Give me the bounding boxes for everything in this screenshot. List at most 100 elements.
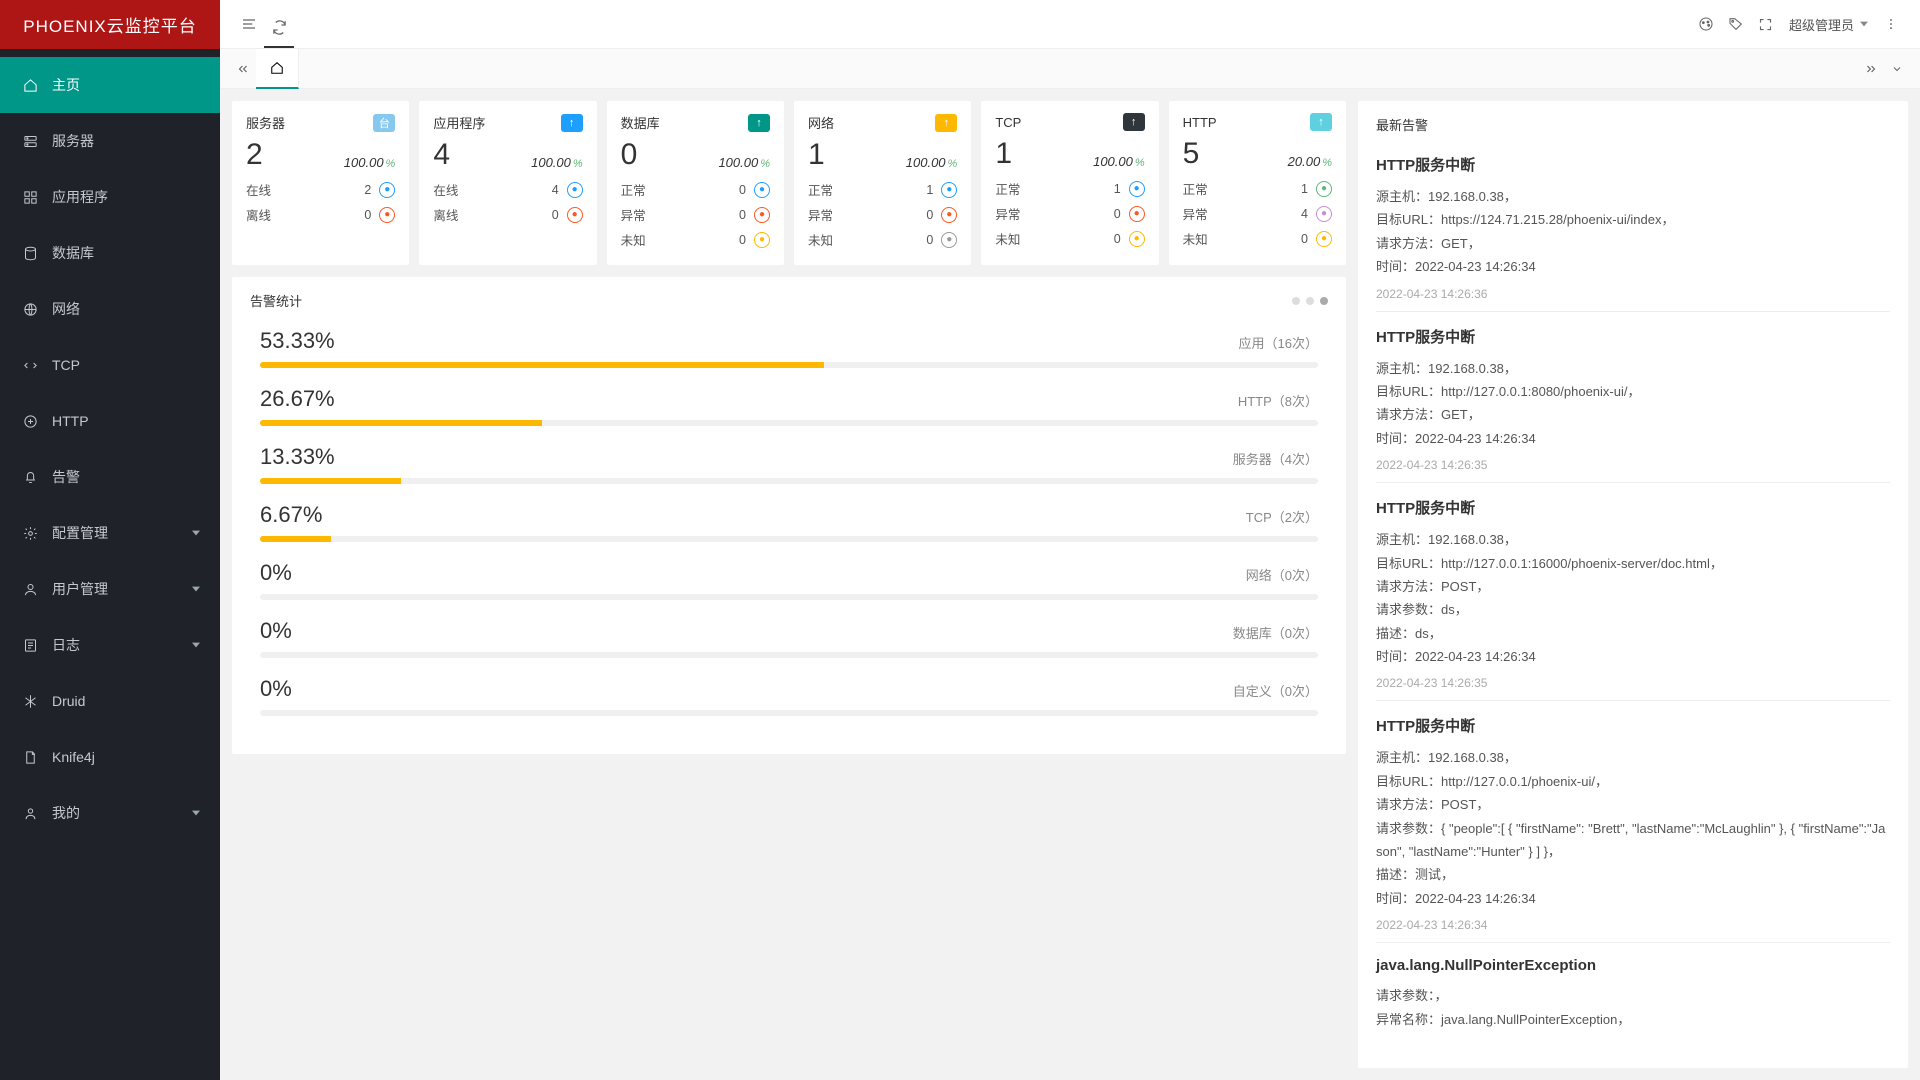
- card-title-text: HTTP: [1183, 115, 1217, 130]
- note-button[interactable]: [1721, 9, 1751, 39]
- sidebar-item-13[interactable]: 我的: [0, 785, 220, 841]
- card-row: 未知0●: [621, 230, 770, 249]
- card-row-value: 0: [1301, 232, 1308, 246]
- alert-item-title: HTTP服务中断: [1376, 497, 1890, 518]
- sidebar-item-4[interactable]: 网络: [0, 281, 220, 337]
- sidebar-item-11[interactable]: Druid: [0, 673, 220, 729]
- card-row-value: 0: [926, 208, 933, 222]
- toggle-sidebar-button[interactable]: [234, 9, 264, 39]
- fullscreen-button[interactable]: [1751, 9, 1781, 39]
- card-percentage: 100.00%: [531, 155, 583, 170]
- theme-button[interactable]: [1691, 9, 1721, 39]
- dot-1[interactable]: [1292, 297, 1300, 305]
- bell-icon-wrap: [22, 469, 38, 485]
- summary-card-2[interactable]: 数据库↑0100.00%正常0●异常0●未知0●: [607, 101, 784, 265]
- more-vertical-icon: [1884, 17, 1898, 31]
- user-icon: [23, 582, 38, 597]
- alert-item-4[interactable]: java.lang.NullPointerException请求参数：，异常名称…: [1376, 942, 1890, 1041]
- tabs-scroll-left[interactable]: [230, 56, 256, 82]
- dot-3[interactable]: [1320, 297, 1328, 305]
- summary-cards: 服务器台2100.00%在线2●离线0●应用程序↑4100.00%在线4●离线0…: [232, 101, 1346, 265]
- card-row: 正常1●: [808, 180, 957, 199]
- card-percentage: 20.00%: [1288, 154, 1332, 169]
- card-row-value: 2: [364, 183, 371, 197]
- sidebar-item-12[interactable]: Knife4j: [0, 729, 220, 785]
- alert-item-0[interactable]: HTTP服务中断源主机：192.168.0.38，目标URL：https://1…: [1376, 148, 1890, 311]
- dot-2[interactable]: [1306, 297, 1314, 305]
- stat-label: 服务器（4次）: [1233, 449, 1318, 468]
- stat-bar: [260, 710, 1318, 716]
- card-row-label: 正常: [808, 180, 833, 199]
- card-row-value: 0: [364, 208, 371, 222]
- card-row: 异常0●: [808, 205, 957, 224]
- card-row-value: 1: [1301, 182, 1308, 196]
- globe-icon: [23, 302, 38, 317]
- stat-pct: 13.33%: [260, 444, 335, 470]
- stat-bar: [260, 478, 1318, 484]
- summary-card-3[interactable]: 网络↑1100.00%正常1●异常0●未知0●: [794, 101, 971, 265]
- card-title-text: 应用程序: [433, 113, 485, 132]
- sidebar-item-3[interactable]: 数据库: [0, 225, 220, 281]
- stat-item-1: 26.67%HTTP（8次）: [250, 386, 1328, 426]
- refresh-button[interactable]: [264, 8, 294, 48]
- person-icon: [23, 806, 38, 821]
- summary-card-0[interactable]: 服务器台2100.00%在线2●离线0●: [232, 101, 409, 265]
- sidebar-item-label: 服务器: [52, 131, 94, 151]
- card-title-text: TCP: [995, 115, 1021, 130]
- stat-label: 应用（16次）: [1239, 333, 1318, 352]
- card-row-value: 0: [739, 233, 746, 247]
- card-big-number: 2: [246, 140, 263, 170]
- status-dot-icon: ●: [567, 182, 583, 198]
- card-row-label: 离线: [246, 205, 271, 224]
- tabs-menu[interactable]: [1884, 56, 1910, 82]
- chevron-down-icon: [192, 641, 200, 649]
- card-badge: ↑: [748, 114, 770, 132]
- sidebar-item-2[interactable]: 应用程序: [0, 169, 220, 225]
- card-row-label: 正常: [621, 180, 646, 199]
- sidebar-item-label: 我的: [52, 803, 80, 823]
- card-row-value: 0: [552, 208, 559, 222]
- tab-home[interactable]: [256, 49, 299, 89]
- tabs-scroll-right[interactable]: [1858, 56, 1884, 82]
- card-row: 在线2●: [246, 180, 395, 199]
- stat-item-6: 0%自定义（0次）: [250, 676, 1328, 716]
- sidebar-item-0[interactable]: 主页: [0, 57, 220, 113]
- card-row: 在线4●: [433, 180, 582, 199]
- user-menu[interactable]: 超级管理员: [1789, 15, 1868, 34]
- fullscreen-icon: [1758, 17, 1773, 32]
- log-icon: [23, 638, 38, 653]
- stat-pct: 53.33%: [260, 328, 335, 354]
- alert-item-2[interactable]: HTTP服务中断源主机：192.168.0.38，目标URL：http://12…: [1376, 482, 1890, 700]
- summary-card-1[interactable]: 应用程序↑4100.00%在线4●离线0●: [419, 101, 596, 265]
- stat-bar: [260, 536, 1318, 542]
- alert-item-3[interactable]: HTTP服务中断源主机：192.168.0.38，目标URL：http://12…: [1376, 700, 1890, 942]
- sidebar-item-label: 日志: [52, 635, 80, 655]
- alert-item-time: 2022-04-23 14:26:36: [1376, 287, 1890, 301]
- sidebar-item-8[interactable]: 配置管理: [0, 505, 220, 561]
- alert-item-1[interactable]: HTTP服务中断源主机：192.168.0.38，目标URL：http://12…: [1376, 311, 1890, 483]
- card-row-value: 1: [1114, 182, 1121, 196]
- alert-item-body: 源主机：192.168.0.38，目标URL：https://124.71.21…: [1376, 185, 1890, 279]
- summary-card-5[interactable]: HTTP↑520.00%正常1●异常4●未知0●: [1169, 101, 1346, 265]
- log-icon-wrap: [22, 637, 38, 653]
- alert-stats-panel: 告警统计 53.33%应用（16次）26.67%HTTP（8次）13.33%服务…: [232, 277, 1346, 754]
- sidebar-item-1[interactable]: 服务器: [0, 113, 220, 169]
- sidebar-item-10[interactable]: 日志: [0, 617, 220, 673]
- home-icon: [270, 61, 284, 75]
- sidebar-item-6[interactable]: HTTP: [0, 393, 220, 449]
- sidebar-item-9[interactable]: 用户管理: [0, 561, 220, 617]
- sidebar-item-label: 告警: [52, 467, 80, 487]
- chevron-down-icon: [192, 809, 200, 817]
- sidebar-item-5[interactable]: TCP: [0, 337, 220, 393]
- card-row-label: 异常: [808, 205, 833, 224]
- carousel-dots[interactable]: [1292, 297, 1328, 305]
- summary-card-4[interactable]: TCP↑1100.00%正常1●异常0●未知0●: [981, 101, 1158, 265]
- stat-item-3: 6.67%TCP（2次）: [250, 502, 1328, 542]
- card-row: 未知0●: [808, 230, 957, 249]
- card-percentage: 100.00%: [1093, 154, 1145, 169]
- sidebar-item-7[interactable]: 告警: [0, 449, 220, 505]
- more-button[interactable]: [1876, 9, 1906, 39]
- latest-alerts-list: HTTP服务中断 源主机：192.168.0.38，目标URL：https://1…: [1376, 148, 1890, 1041]
- status-dot-icon: ●: [754, 207, 770, 223]
- card-row-value: 0: [926, 233, 933, 247]
